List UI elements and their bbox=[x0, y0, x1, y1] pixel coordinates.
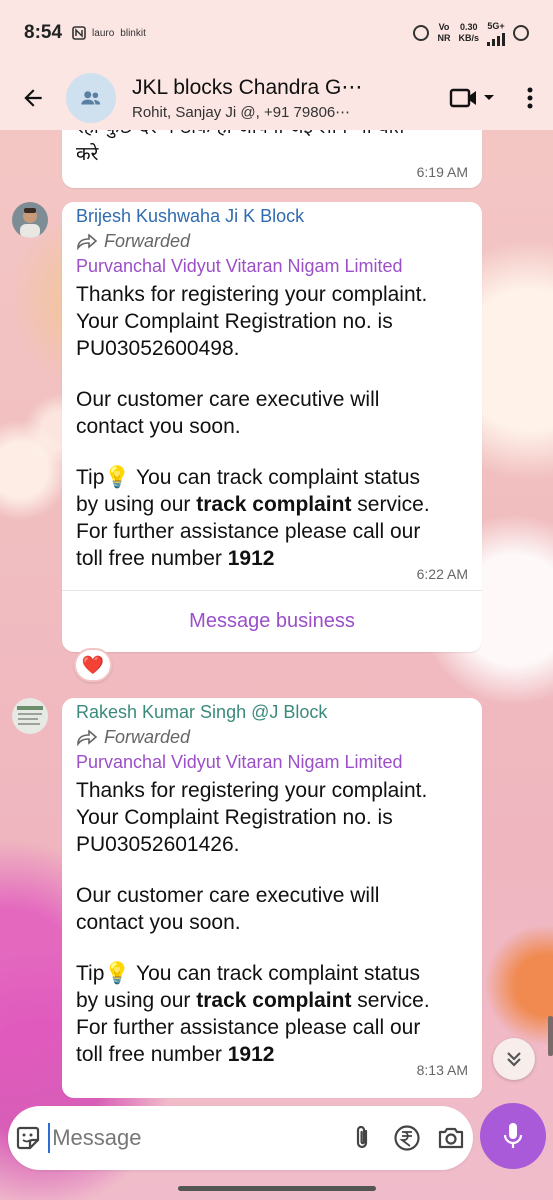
message-bubble[interactable]: Brijesh Kushwaha Ji K Block Forwarded Pu… bbox=[62, 202, 482, 652]
back-arrow-icon bbox=[24, 89, 42, 107]
text-run-bold: 1912 bbox=[227, 547, 275, 570]
message-text-line: For further assistance please call our bbox=[76, 520, 421, 543]
network-speed: 0.30 KB/s bbox=[458, 22, 479, 44]
text-run: by using our bbox=[76, 989, 197, 1012]
more-vert-icon bbox=[527, 87, 533, 109]
sender-avatar[interactable] bbox=[12, 698, 48, 734]
message-bubble[interactable]: रहा कुछ देर में ठीक हो जायगा जेई लोग भी … bbox=[62, 130, 482, 188]
text-run-bold: 1912 bbox=[227, 1043, 275, 1066]
alarm-icon bbox=[413, 25, 430, 41]
message-text-line: For further assistance please call our bbox=[76, 1016, 421, 1039]
text-run: toll free number bbox=[76, 1043, 228, 1066]
battery-icon bbox=[513, 25, 529, 41]
message-text-line: PU03052601426. bbox=[76, 833, 240, 856]
status-app-blinkit: blinkit bbox=[120, 27, 146, 39]
sticker-button[interactable] bbox=[8, 1106, 48, 1170]
text-run-bold: track complaint bbox=[196, 989, 352, 1012]
status-app-lauro: lauro bbox=[92, 27, 115, 39]
forwarded-icon bbox=[77, 233, 98, 250]
rupee-icon bbox=[394, 1125, 420, 1151]
chevron-down-icon bbox=[484, 95, 494, 100]
forwarded-text: Forwarded bbox=[104, 727, 191, 747]
video-call-button[interactable] bbox=[437, 66, 507, 130]
notification-icon bbox=[72, 26, 86, 40]
reaction-badge[interactable]: ❤️ bbox=[74, 648, 112, 682]
forwarded-label: Forwarded bbox=[76, 231, 468, 252]
message-bubble[interactable]: Rakesh Kumar Singh @J Block Forwarded Pu… bbox=[62, 698, 482, 1098]
message-text-line: Our customer care executive will bbox=[76, 388, 380, 411]
video-call-icon bbox=[449, 88, 476, 108]
text-run: by using our bbox=[76, 493, 197, 516]
text-run: service. bbox=[351, 989, 430, 1012]
sender-name[interactable]: Brijesh Kushwaha Ji K Block bbox=[76, 206, 468, 227]
double-chevron-down-icon bbox=[507, 1052, 521, 1067]
group-icon bbox=[81, 91, 101, 105]
message-text-line: Tip💡 You can track complaint status bbox=[76, 466, 421, 489]
forwarded-label: Forwarded bbox=[76, 727, 468, 748]
message-text-line: Thanks for registering your complaint. bbox=[76, 283, 428, 306]
chat-title: JKL blocks Chandra G⋯ bbox=[132, 76, 363, 99]
sender-name[interactable]: Rakesh Kumar Singh @J Block bbox=[76, 702, 468, 723]
voice-message-button[interactable] bbox=[480, 1103, 546, 1169]
signal-cluster: 5G+ bbox=[487, 21, 505, 46]
network-type: 5G+ bbox=[487, 20, 505, 31]
heart-icon: ❤️ bbox=[81, 654, 105, 675]
message-business-button[interactable]: Message business bbox=[62, 591, 482, 651]
sender-photo bbox=[12, 698, 48, 734]
scrollbar-thumb[interactable] bbox=[548, 1016, 553, 1056]
message-input[interactable] bbox=[48, 1123, 341, 1153]
chat-participants: Rohit, Sanjay Ji @, +91 79806⋯ bbox=[132, 104, 351, 121]
message-text-line: Tip💡 You can track complaint status bbox=[76, 962, 421, 985]
business-name: Purvanchal Vidyut Vitaran Nigam Limited bbox=[76, 256, 403, 276]
message-composer bbox=[8, 1106, 473, 1170]
status-notification-icons: lauro blinkit bbox=[72, 26, 146, 40]
sender-avatar[interactable] bbox=[12, 202, 48, 238]
text-run: service. bbox=[351, 493, 430, 516]
back-button[interactable] bbox=[0, 66, 66, 130]
volte-top: Vo bbox=[438, 22, 450, 32]
payment-button[interactable] bbox=[384, 1106, 428, 1170]
camera-icon bbox=[438, 1127, 463, 1149]
message-text-line: by using our track complaint service. bbox=[76, 987, 468, 1014]
camera-button[interactable] bbox=[429, 1106, 473, 1170]
more-options-button[interactable] bbox=[507, 66, 553, 130]
signal-strength-icon bbox=[487, 32, 505, 46]
message-text-line: PU03052600498. bbox=[76, 337, 240, 360]
attach-button[interactable] bbox=[340, 1106, 384, 1170]
chat-title-block[interactable]: JKL blocks Chandra G⋯ Rohit, Sanjay Ji @… bbox=[132, 75, 437, 121]
business-name: Purvanchal Vidyut Vitaran Nigam Limited bbox=[76, 752, 403, 772]
home-indicator[interactable] bbox=[178, 1186, 376, 1191]
status-time: 8:54 bbox=[24, 22, 63, 43]
sticker-icon bbox=[17, 1126, 40, 1150]
message-text-line: Our customer care executive will bbox=[76, 884, 380, 907]
message-text-line: contact you soon. bbox=[76, 911, 241, 934]
scroll-to-bottom-button[interactable] bbox=[493, 1038, 535, 1080]
message-text-line: Thanks for registering your complaint. bbox=[76, 779, 428, 802]
chat-header: JKL blocks Chandra G⋯ Rohit, Sanjay Ji @… bbox=[0, 66, 553, 130]
message-text-line: contact you soon. bbox=[76, 415, 241, 438]
message-text-line: Your Complaint Registration no. is bbox=[76, 310, 393, 333]
text-run-bold: track complaint bbox=[196, 493, 352, 516]
network-speed-unit: KB/s bbox=[458, 33, 479, 43]
group-avatar[interactable] bbox=[66, 73, 116, 123]
volte-indicator: Vo NR bbox=[437, 22, 450, 44]
network-speed-value: 0.30 bbox=[459, 22, 478, 32]
text-run: toll free number bbox=[76, 547, 228, 570]
message-text-line: by using our track complaint service. bbox=[76, 491, 468, 518]
chat-message-list[interactable]: रहा कुछ देर में ठीक हो जायगा जेई लोग भी … bbox=[0, 130, 553, 1098]
message-text-line: Your Complaint Registration no. is bbox=[76, 806, 393, 829]
status-bar: 8:54 lauro blinkit Vo NR 0.30 KB/s 5G+ bbox=[0, 0, 553, 66]
status-right-cluster: Vo NR 0.30 KB/s 5G+ bbox=[413, 21, 529, 46]
volte-bottom: NR bbox=[437, 33, 451, 43]
sender-photo bbox=[12, 202, 48, 238]
message-text-line: रहा कुछ देर में ठीक हो जायगा जेई लोग भी … bbox=[76, 130, 468, 141]
attach-icon bbox=[357, 1125, 368, 1149]
forwarded-icon bbox=[77, 729, 98, 746]
forwarded-text: Forwarded bbox=[104, 231, 191, 251]
message-time: 6:19 AM bbox=[416, 164, 468, 180]
mic-icon bbox=[503, 1123, 523, 1148]
